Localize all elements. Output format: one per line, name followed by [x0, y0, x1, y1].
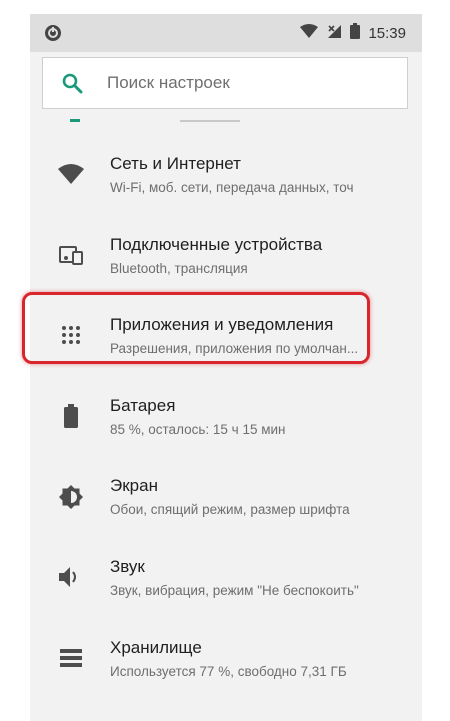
settings-item-subtitle: Используется 77 %, свободно 7,31 ГБ	[110, 663, 347, 679]
search-input[interactable]: Поиск настроек	[42, 57, 408, 109]
status-time: 15:39	[368, 24, 406, 42]
battery-icon	[350, 22, 361, 44]
settings-item-network[interactable]: Сеть и Интернет Wi-Fi, моб. сети, переда…	[30, 134, 422, 215]
settings-item-battery[interactable]: Батарея 85 %, осталось: 15 ч 15 мин	[30, 376, 422, 457]
search-area: Поиск настроек	[30, 52, 422, 134]
settings-item-display[interactable]: Экран Обои, спящий режим, размер шрифта	[30, 456, 422, 537]
status-bar: 15:39	[30, 14, 422, 52]
settings-item-title: Хранилище	[110, 637, 202, 657]
suggestion-peek	[70, 119, 240, 122]
highlight-frame	[22, 292, 370, 364]
search-icon	[61, 72, 83, 94]
brightness-icon	[58, 484, 84, 510]
status-right: 15:39	[300, 22, 406, 44]
settings-item-subtitle: Звук, вибрация, режим "Не беспокоить"	[110, 582, 359, 598]
settings-list: Сеть и Интернет Wi-Fi, моб. сети, переда…	[30, 134, 422, 698]
wifi-icon	[300, 23, 319, 43]
settings-item-title: Батарея	[110, 395, 176, 415]
phone-screen: 15:39 Поиск настроек Сеть и Интернет Wi-…	[30, 14, 422, 721]
volume-icon	[58, 564, 84, 590]
settings-item-subtitle: Обои, спящий режим, размер шрифта	[110, 502, 350, 518]
settings-item-connected-devices[interactable]: Подключенные устройства Bluetooth, транс…	[30, 215, 422, 296]
settings-item-title: Сеть и Интернет	[110, 154, 241, 173]
settings-item-title: Звук	[110, 556, 145, 576]
no-signal-icon	[326, 23, 342, 44]
search-placeholder: Поиск настроек	[107, 73, 230, 92]
devices-icon	[58, 242, 84, 268]
battery-icon	[58, 403, 84, 429]
settings-item-subtitle: 85 %, осталось: 15 ч 15 мин	[110, 421, 286, 437]
settings-item-sound[interactable]: Звук Звук, вибрация, режим "Не беспокоит…	[30, 537, 422, 618]
settings-item-storage[interactable]: Хранилище Используется 77 %, свободно 7,…	[30, 618, 422, 699]
sync-icon	[44, 24, 62, 42]
settings-item-subtitle: Wi-Fi, моб. сети, передача данных, точ	[110, 180, 354, 195]
settings-item-subtitle: Bluetooth, трансляция	[110, 260, 248, 276]
settings-item-title: Экран	[110, 476, 158, 496]
storage-icon	[58, 645, 84, 671]
settings-item-title: Подключенные устройства	[110, 234, 323, 254]
wifi-icon	[58, 161, 84, 187]
